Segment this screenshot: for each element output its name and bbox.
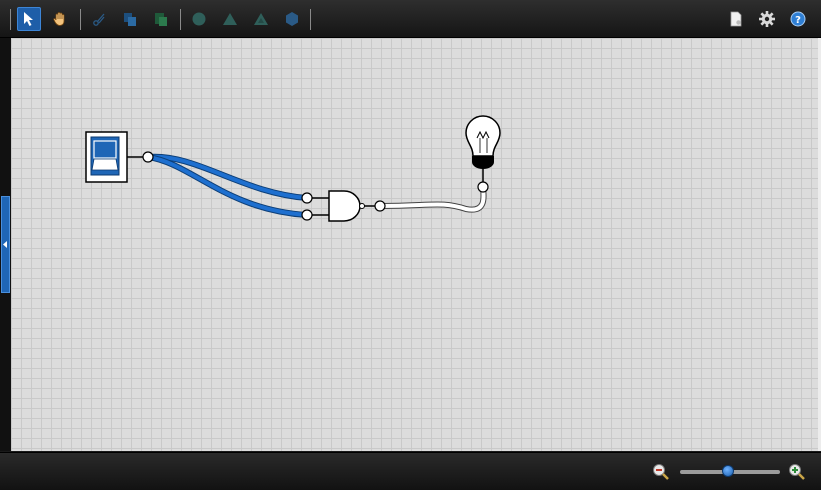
gear-icon bbox=[759, 11, 775, 27]
chevron-left-icon bbox=[3, 241, 7, 248]
settings-button[interactable] bbox=[755, 7, 779, 31]
toolbar: ? bbox=[0, 0, 821, 38]
paste-icon bbox=[155, 13, 167, 26]
copy-tool-button[interactable] bbox=[118, 7, 142, 31]
circuit-diagram bbox=[85, 115, 501, 222]
shape-tool-3-button[interactable] bbox=[249, 7, 273, 31]
shape-tool-1-button[interactable] bbox=[187, 7, 211, 31]
zoom-slider-thumb[interactable] bbox=[722, 465, 734, 477]
gate-input-a-node bbox=[301, 192, 313, 204]
toolbar-separator bbox=[310, 9, 311, 30]
light-bulb-component[interactable] bbox=[465, 115, 501, 182]
copy-icon bbox=[124, 13, 136, 26]
switch-output-node bbox=[142, 151, 154, 163]
hand-icon bbox=[53, 12, 65, 26]
shape-tool-4-button[interactable] bbox=[280, 7, 304, 31]
arrow-pointer-icon bbox=[24, 12, 33, 26]
select-tool-button[interactable] bbox=[17, 7, 41, 31]
gate-input-b-node bbox=[301, 209, 313, 221]
shape-tool-2-button[interactable] bbox=[218, 7, 242, 31]
help-button[interactable]: ? bbox=[786, 7, 810, 31]
svg-text:?: ? bbox=[795, 15, 801, 26]
hexagon-shape-icon bbox=[286, 12, 298, 26]
document-icon bbox=[730, 11, 742, 27]
toggle-switch-component[interactable] bbox=[85, 131, 143, 183]
bulb-input-node bbox=[477, 181, 489, 193]
triangle-steps-icon bbox=[254, 13, 268, 25]
toolbar-separator bbox=[80, 9, 81, 30]
zoom-out-icon bbox=[653, 464, 669, 480]
toolbar-separator bbox=[10, 9, 11, 30]
circuit-canvas[interactable] bbox=[11, 38, 818, 451]
circle-shape-icon bbox=[192, 12, 206, 26]
and-gate-component[interactable] bbox=[312, 190, 375, 222]
zoom-in-icon bbox=[789, 464, 805, 480]
document-button[interactable] bbox=[724, 7, 748, 31]
status-bar bbox=[0, 452, 821, 490]
toolbar-separator bbox=[180, 9, 181, 30]
zoom-in-button[interactable] bbox=[788, 463, 806, 481]
paste-tool-button[interactable] bbox=[149, 7, 173, 31]
gate-output-node bbox=[374, 200, 386, 212]
triangle-shape-icon bbox=[223, 13, 237, 25]
help-icon: ? bbox=[790, 11, 806, 27]
scissors-icon bbox=[93, 13, 105, 26]
pan-tool-button[interactable] bbox=[48, 7, 72, 31]
cut-tool-button[interactable] bbox=[87, 7, 111, 31]
zoom-out-button[interactable] bbox=[652, 463, 670, 481]
side-panel-toggle[interactable] bbox=[1, 196, 10, 293]
